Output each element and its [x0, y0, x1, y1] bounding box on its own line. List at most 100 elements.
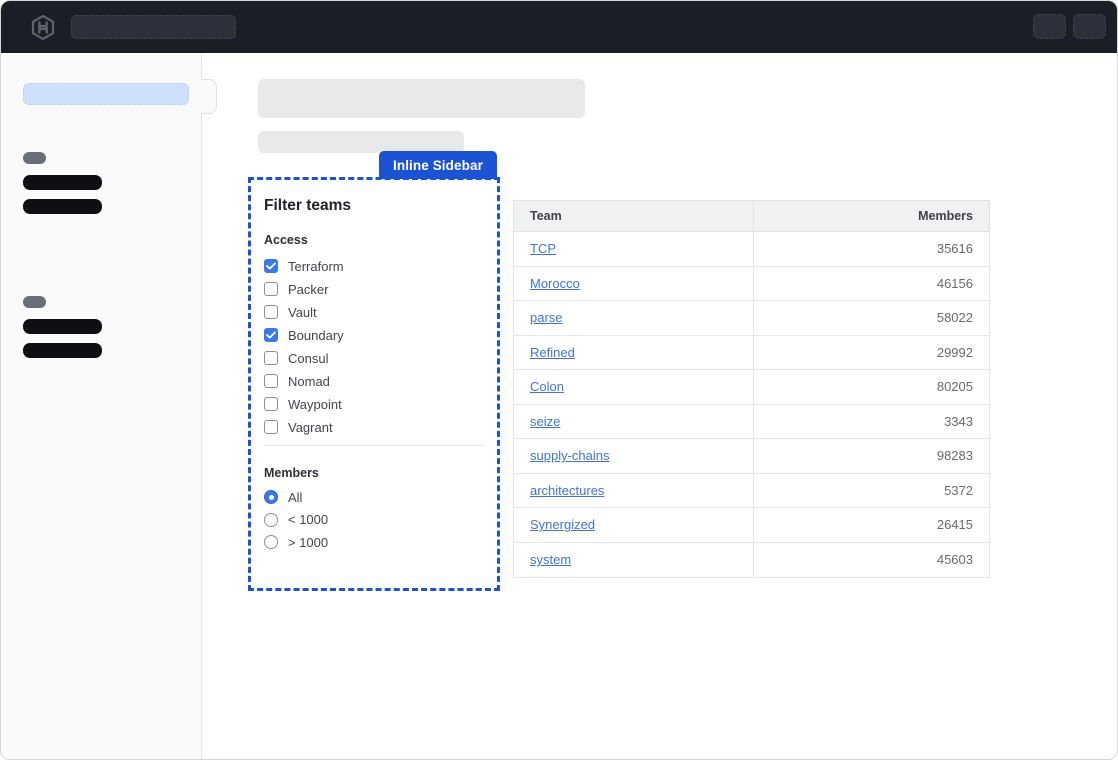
checkbox-option-nomad[interactable]: Nomad	[264, 373, 344, 389]
team-link[interactable]: architectures	[530, 483, 604, 498]
app-window: Inline Sidebar Filter teams Access Terra…	[0, 0, 1118, 760]
members-cell: 3343	[753, 405, 989, 439]
table-row: supply-chains 98283	[514, 439, 989, 474]
page-subtitle-skeleton	[258, 131, 464, 153]
checkbox-icon[interactable]	[264, 305, 278, 319]
checkbox-label: Vagrant	[288, 420, 333, 435]
radio-label: All	[288, 490, 302, 505]
teams-table: Team Members TCP 35616 Morocco 46156 parse 58…	[513, 200, 990, 578]
team-link[interactable]: system	[530, 552, 571, 567]
radio-icon[interactable]	[264, 490, 278, 504]
checkbox-option-vagrant[interactable]: Vagrant	[264, 419, 344, 435]
checkbox-icon[interactable]	[264, 259, 278, 273]
table-row: TCP 35616	[514, 232, 989, 267]
sidebar-active-item-skeleton	[23, 83, 189, 105]
members-cell: 98283	[753, 439, 989, 473]
checkbox-option-vault[interactable]: Vault	[264, 304, 344, 320]
radio-icon[interactable]	[264, 535, 278, 549]
table-row: architectures 5372	[514, 474, 989, 509]
filter-divider	[264, 445, 484, 446]
team-link[interactable]: Colon	[530, 379, 564, 394]
checkbox-label: Packer	[288, 282, 328, 297]
checkbox-label: Terraform	[288, 259, 344, 274]
members-cell: 35616	[753, 232, 989, 266]
checkbox-label: Consul	[288, 351, 328, 366]
checkbox-icon[interactable]	[264, 282, 278, 296]
filter-inline-sidebar: Filter teams Access Terraform Packer Vault…	[248, 177, 500, 591]
members-cell: 29992	[753, 336, 989, 370]
team-link[interactable]: Morocco	[530, 276, 580, 291]
table-row: parse 58022	[514, 301, 989, 336]
checkbox-label: Nomad	[288, 374, 330, 389]
checkbox-option-boundary[interactable]: Boundary	[264, 327, 344, 343]
radio-label: > 1000	[288, 535, 328, 550]
table-row: Synergized 26415	[514, 508, 989, 543]
filter-title: Filter teams	[264, 197, 351, 215]
page-title-skeleton	[258, 79, 585, 118]
checkbox-icon[interactable]	[264, 351, 278, 365]
members-group-label: Members	[264, 466, 328, 480]
members-cell: 45603	[753, 543, 989, 578]
table-row: seize 3343	[514, 405, 989, 440]
table-header-row: Team Members	[513, 200, 990, 232]
members-cell: 80205	[753, 370, 989, 404]
sidebar-item-skeleton-1	[23, 175, 102, 190]
sidebar-toggle-notch	[202, 79, 217, 114]
team-link[interactable]: seize	[530, 414, 560, 429]
team-cell: seize	[514, 405, 753, 439]
members-filter-group: Members All < 1000 > 1000	[264, 466, 328, 557]
members-cell: 58022	[753, 301, 989, 335]
sidebar-item-skeleton-3	[23, 319, 102, 334]
checkbox-label: Vault	[288, 305, 317, 320]
hashicorp-logo-icon	[31, 15, 55, 40]
checkbox-icon[interactable]	[264, 328, 278, 342]
team-cell: Synergized	[514, 508, 753, 542]
checkbox-icon[interactable]	[264, 397, 278, 411]
checkbox-icon[interactable]	[264, 420, 278, 434]
access-filter-group: Access Terraform Packer Vault Boundary Consu…	[264, 233, 344, 442]
team-cell: Refined	[514, 336, 753, 370]
left-sidebar	[1, 53, 202, 760]
checkbox-label: Waypoint	[288, 397, 342, 412]
table-row: Colon 80205	[514, 370, 989, 405]
table-row: Morocco 46156	[514, 267, 989, 302]
radio-label: < 1000	[288, 512, 328, 527]
top-nav	[1, 1, 1117, 53]
members-cell: 46156	[753, 267, 989, 301]
radio-icon[interactable]	[264, 513, 278, 527]
team-link[interactable]: supply-chains	[530, 448, 610, 463]
team-link[interactable]: parse	[530, 310, 563, 325]
members-cell: 5372	[753, 474, 989, 508]
sidebar-section-label-skeleton-2	[23, 296, 46, 308]
checkbox-option-waypoint[interactable]: Waypoint	[264, 396, 344, 412]
team-cell: TCP	[514, 232, 753, 266]
team-cell: system	[514, 543, 753, 578]
checkbox-option-consul[interactable]: Consul	[264, 350, 344, 366]
table-row: Refined 29992	[514, 336, 989, 371]
team-link[interactable]: Synergized	[530, 517, 595, 532]
members-cell: 26415	[753, 508, 989, 542]
column-header-members: Members	[753, 201, 989, 231]
sidebar-item-skeleton-4	[23, 343, 102, 358]
component-badge: Inline Sidebar	[379, 151, 497, 179]
team-cell: Morocco	[514, 267, 753, 301]
checkbox-label: Boundary	[288, 328, 344, 343]
team-cell: parse	[514, 301, 753, 335]
access-group-label: Access	[264, 233, 344, 247]
radio-option--1000[interactable]: < 1000	[264, 512, 328, 528]
nav-action-skeleton-2	[1073, 14, 1106, 39]
nav-search-skeleton	[71, 15, 236, 39]
sidebar-item-skeleton-2	[23, 199, 102, 214]
column-header-team: Team	[514, 201, 753, 231]
checkbox-option-packer[interactable]: Packer	[264, 281, 344, 297]
team-cell: Colon	[514, 370, 753, 404]
team-cell: architectures	[514, 474, 753, 508]
team-link[interactable]: Refined	[530, 345, 575, 360]
nav-action-skeleton-1	[1033, 14, 1066, 39]
checkbox-icon[interactable]	[264, 374, 278, 388]
table-row: system 45603	[514, 543, 989, 578]
checkbox-option-terraform[interactable]: Terraform	[264, 258, 344, 274]
radio-option-all[interactable]: All	[264, 489, 328, 505]
team-link[interactable]: TCP	[530, 241, 556, 256]
radio-option--1000[interactable]: > 1000	[264, 534, 328, 550]
